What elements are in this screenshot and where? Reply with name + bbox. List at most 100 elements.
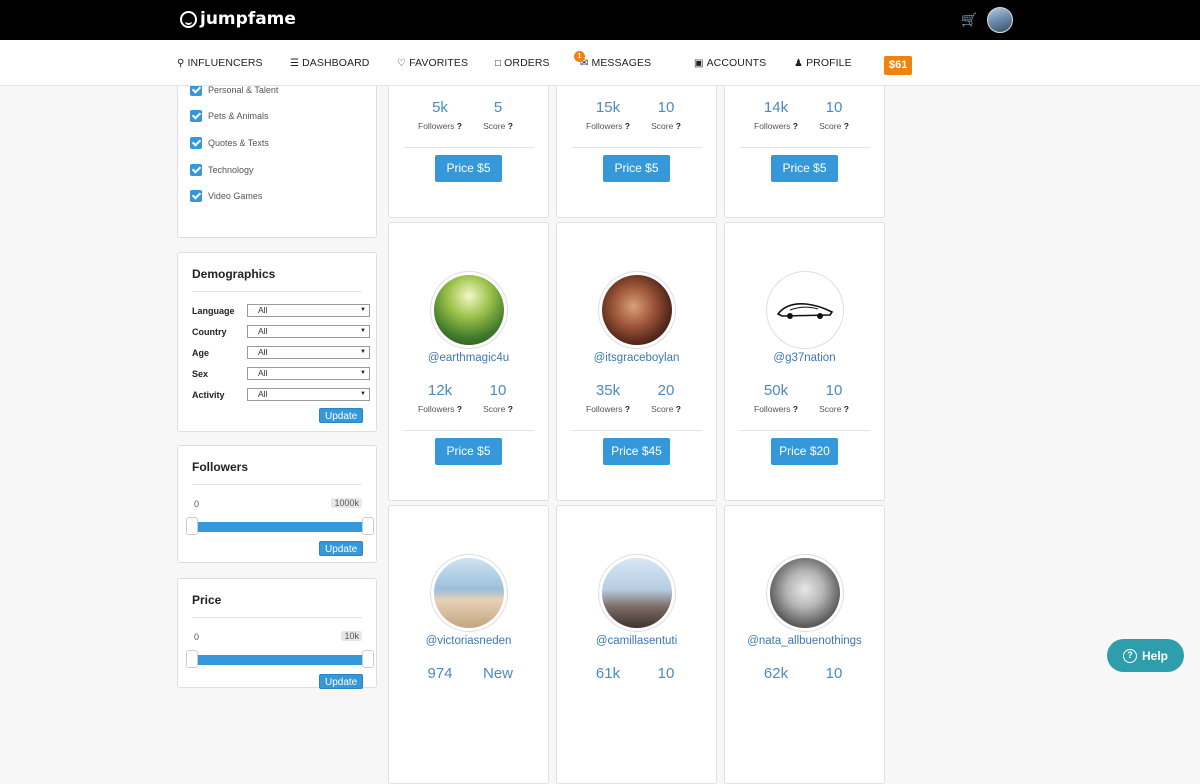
category-video-games[interactable]: Video Games (190, 190, 262, 202)
profile-avatar[interactable] (598, 271, 676, 349)
label-text: Followers (418, 404, 455, 414)
label-text: Followers (754, 404, 791, 414)
nav-favorites[interactable]: ♡ FAVORITES (397, 57, 468, 69)
checkbox-icon[interactable] (190, 164, 202, 176)
checkbox-icon[interactable] (190, 137, 202, 149)
influencer-handle[interactable]: @victoriasneden (389, 635, 548, 647)
info-icon[interactable]: ? (676, 404, 681, 414)
category-pets-animals[interactable]: Pets & Animals (190, 110, 269, 122)
price-button[interactable]: Price $5 (435, 155, 502, 182)
followers-label: Followers ? (578, 404, 638, 414)
followers-update-button[interactable]: Update (319, 541, 364, 556)
info-icon[interactable]: ? (508, 404, 513, 414)
help-button[interactable]: ? Help (1107, 639, 1184, 672)
price-button[interactable]: Price $5 (603, 155, 670, 182)
profile-avatar[interactable] (766, 554, 844, 632)
info-icon[interactable]: ? (625, 121, 630, 131)
category-technology[interactable]: Technology (190, 164, 254, 176)
main-nav: ⚲ INFLUENCERS ☰ DASHBOARD ♡ FAVORITES □ ORDE… (0, 40, 1200, 86)
followers-label: Followers ? (410, 404, 470, 414)
followers-slider[interactable] (186, 517, 374, 535)
nav-messages[interactable]: 1 ✉ MESSAGES (574, 51, 651, 69)
nav-accounts[interactable]: ▣ ACCOUNTS (694, 57, 766, 69)
followers-panel: Followers 0 1000k Update (177, 445, 377, 563)
label-text: Followers (418, 121, 455, 131)
checkbox-icon[interactable] (190, 190, 202, 202)
price-button[interactable]: Price $5 (435, 438, 502, 465)
category-label: Technology (208, 165, 254, 175)
info-icon[interactable]: ? (457, 404, 462, 414)
profile-avatar[interactable] (598, 554, 676, 632)
influencer-handle[interactable]: @nata_allbuenothings (725, 635, 884, 647)
price-min: 0 (194, 632, 200, 642)
top-bar: jumpfame 🛒 (0, 0, 1200, 40)
nav-orders[interactable]: □ ORDERS (495, 57, 550, 69)
score-label: Score ? (804, 404, 864, 414)
price-button[interactable]: Price $20 (771, 438, 838, 465)
profile-avatar[interactable] (430, 271, 508, 349)
influencer-handle[interactable]: @itsgraceboylan (557, 352, 716, 364)
slider-min-handle[interactable] (186, 650, 198, 668)
question-icon: ? (1122, 648, 1137, 663)
category-quotes-texts[interactable]: Quotes & Texts (190, 137, 269, 149)
info-icon[interactable]: ? (508, 121, 513, 131)
score-label: Score ? (636, 121, 696, 131)
forest-image (434, 275, 504, 345)
price-panel: Price 0 10k Update (177, 578, 377, 689)
info-icon[interactable]: ? (457, 121, 462, 131)
list-icon: ☰ (290, 57, 300, 69)
demographics-panel: Demographics Language All Country All Ag… (177, 252, 377, 432)
slider-max-handle[interactable] (362, 517, 374, 535)
price-slider[interactable] (186, 650, 374, 668)
cart-icon[interactable]: 🛒 (961, 12, 977, 28)
categories-panel: Personal & Talent Pets & Animals Quotes … (177, 70, 377, 238)
influencer-handle[interactable]: @camillasentuti (557, 635, 716, 647)
beach-image (434, 558, 504, 628)
profile-avatar[interactable] (430, 554, 508, 632)
label-text: Followers (754, 121, 791, 131)
price-button[interactable]: Price $45 (603, 438, 670, 465)
score-label: Score ? (468, 121, 528, 131)
score-value: 10 (489, 382, 507, 399)
price-max: 10k (341, 631, 362, 641)
sex-label: Sex (192, 369, 209, 379)
nav-influencers[interactable]: ⚲ INFLUENCERS (177, 57, 263, 69)
activity-select[interactable]: All (247, 388, 370, 401)
followers-label: Followers ? (746, 404, 806, 414)
label-text: Score (819, 404, 842, 414)
followers-count: 12k (427, 382, 453, 399)
followers-count: 14k (763, 99, 789, 116)
price-update-button[interactable]: Update (319, 674, 364, 689)
info-icon[interactable]: ? (844, 404, 849, 414)
divider (192, 617, 362, 618)
country-select[interactable]: All (247, 325, 370, 338)
influencer-handle[interactable]: @g37nation (725, 352, 884, 364)
slider-max-handle[interactable] (362, 650, 374, 668)
label-text: Score (819, 121, 842, 131)
info-icon[interactable]: ? (844, 121, 849, 131)
nav-profile[interactable]: ♟ PROFILE (794, 57, 852, 69)
language-select[interactable]: All (247, 304, 370, 317)
sex-select[interactable]: All (247, 367, 370, 380)
demographics-update-button[interactable]: Update (319, 408, 364, 423)
influencer-handle[interactable]: @earthmagic4u (389, 352, 548, 364)
price-button[interactable]: Price $5 (771, 155, 838, 182)
followers-count: 5k (432, 99, 448, 116)
info-icon[interactable]: ? (793, 121, 798, 131)
search-icon: ⚲ (177, 57, 185, 69)
credit-balance[interactable]: $61 (884, 56, 913, 75)
logo[interactable]: jumpfame (180, 9, 296, 29)
nav-label: INFLUENCERS (187, 57, 263, 69)
bw-portrait-image (770, 558, 840, 628)
activity-label: Activity (192, 390, 225, 400)
checkbox-icon[interactable] (190, 110, 202, 122)
age-select[interactable]: All (247, 346, 370, 359)
info-icon[interactable]: ? (793, 404, 798, 414)
nav-dashboard[interactable]: ☰ DASHBOARD (290, 57, 370, 69)
slider-min-handle[interactable] (186, 517, 198, 535)
info-icon[interactable]: ? (676, 121, 681, 131)
country-label: Country (192, 327, 227, 337)
profile-avatar[interactable] (766, 271, 844, 349)
info-icon[interactable]: ? (625, 404, 630, 414)
user-avatar[interactable] (987, 7, 1013, 33)
